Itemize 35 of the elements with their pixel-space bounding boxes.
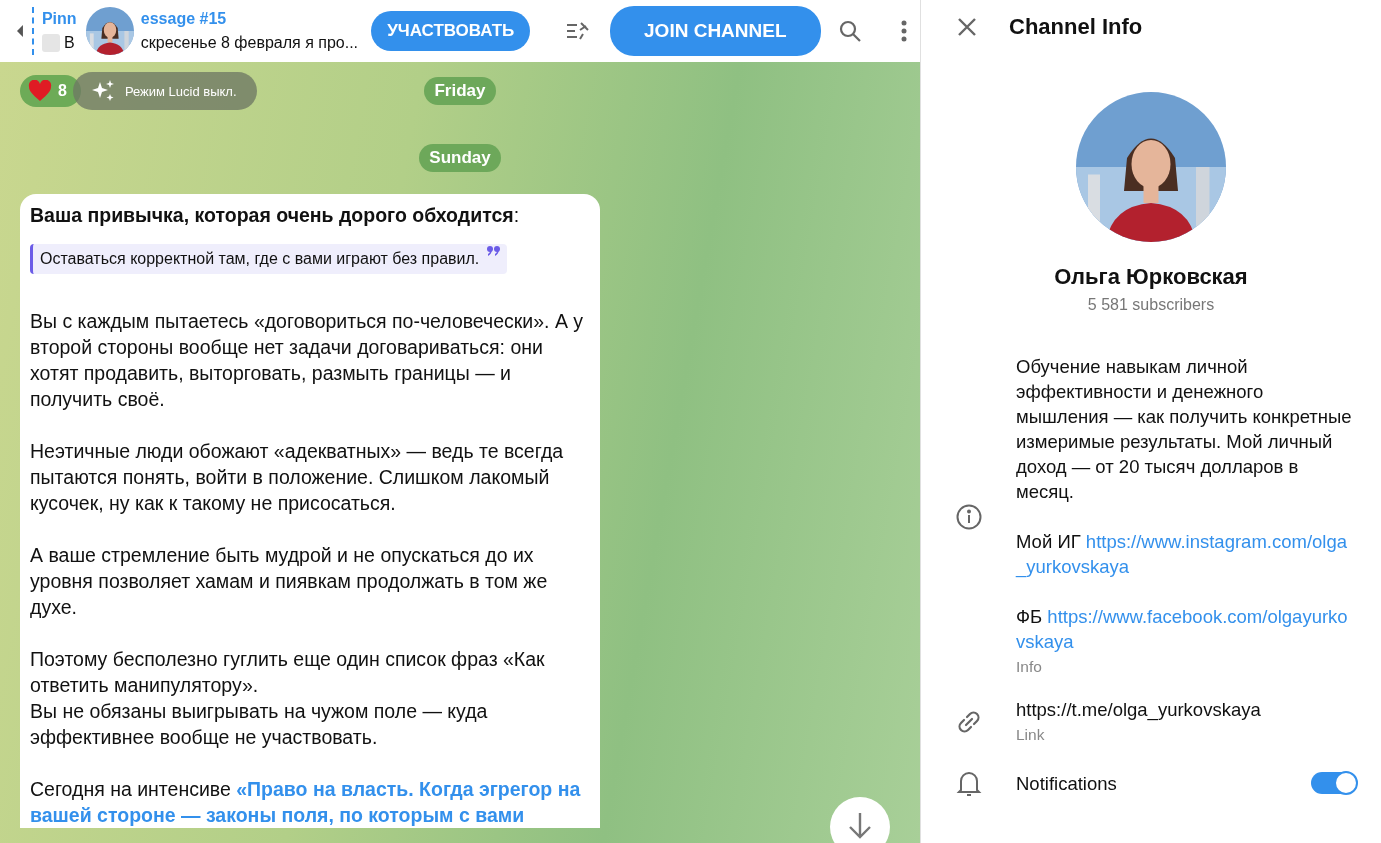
message-title: Ваша привычка, которая очень дорого обходится: — [30, 203, 521, 228]
link-caption: Link — [1016, 725, 1046, 745]
pinned-preview: В — [63, 34, 75, 52]
info-icon — [955, 503, 982, 530]
lucid-mode-badge[interactable]: Режим Lucid выкл. — [72, 72, 257, 110]
back-chevron-icon[interactable] — [16, 24, 24, 38]
instagram-text: Мой ИГ https://www.instagram.com/olga_yurkovskaya — [1016, 530, 1348, 579]
down-arrow-icon — [847, 811, 873, 839]
channel-description: Обучение навыкам личной эффективности и денежного мышления — как получить конкретные измеримые результаты. Мой личный доход — от 20 тысяч долларов в месяц. — [1016, 355, 1352, 504]
pinned-title: Pinn — [41, 10, 78, 28]
pinned-preview: скресенье 8 февраля я про... — [140, 34, 360, 52]
message-paragraph: А ваше стремление быть мудрой и не опускаться до их уровня позволяет хамам и пиявкам продолжать в том же духе. — [30, 543, 549, 620]
info-caption: Info — [1016, 657, 1043, 677]
message-paragraph: Сегодня на интенсиве «Право на власть. Когда эгрегор на вашей стороне — законы поля, по которым с вами — [30, 777, 582, 828]
bell-icon — [955, 769, 982, 797]
scroll-down-button[interactable] — [830, 797, 890, 843]
message-paragraph: Поэтому бесполезно гуглить еще один список фраз «Как ответить манипулятору». Вы не обязаны выигрывать на чужом поле — куда эффективнее вообще не участвовать. — [30, 647, 546, 750]
link-icon — [955, 709, 982, 735]
notifications-label: Notifications — [1016, 771, 1118, 796]
subscriber-count: 5 581 subscribers — [1087, 296, 1215, 314]
date-pill: Friday — [424, 77, 496, 105]
join-channel-button[interactable]: JOIN CHANNEL — [610, 6, 821, 56]
heart-icon — [28, 80, 52, 102]
thumbnail — [41, 34, 60, 52]
date-pill: Sunday — [419, 144, 501, 172]
message-paragraph: Неэтичные люди обожают «адекватных» — ведь те всегда пытаются понять, войти в положение. Слишком лакомый кусочек, ну как к такому не присосаться. — [30, 439, 565, 516]
channel-link[interactable]: https://t.me/olga_yurkovskaya — [1016, 697, 1352, 722]
notifications-toggle[interactable] — [1311, 772, 1357, 794]
facebook-text: ФБ https://www.facebook.com/olgayurkovskaya — [1016, 605, 1349, 654]
participate-button[interactable]: УЧАСТВОВАТЬ — [371, 11, 531, 51]
panel-title: Channel Info — [1009, 14, 1143, 40]
quote-text: Оставаться корректной там, где с вами играют без правил. — [40, 249, 480, 269]
pinned-title: essage #15 — [140, 10, 228, 28]
message-paragraph: Вы с каждым пытаетесь «договориться по-человечески». А у второй стороны вообще нет задачи договариваться: они хотят продавить, выторговать, размыть границы — и получить своё. — [30, 309, 585, 412]
channel-name: Ольга Юрковская — [1054, 264, 1248, 290]
